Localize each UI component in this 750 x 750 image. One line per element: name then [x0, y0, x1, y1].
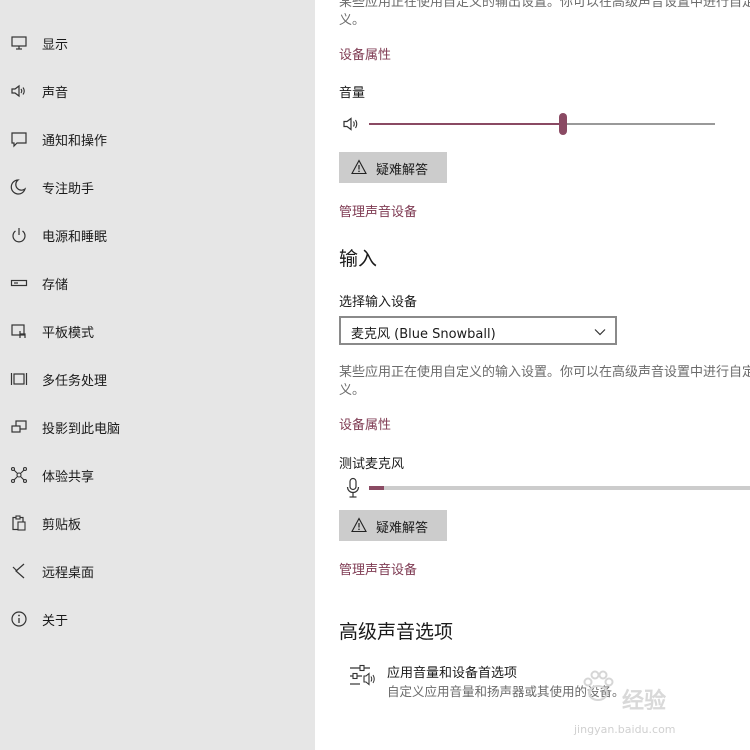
sidebar-item-label: 声音: [42, 85, 69, 101]
sidebar-item-label: 专注助手: [42, 181, 95, 197]
advanced-sound-options-heading: 高级声音选项: [339, 621, 454, 643]
notification-icon: [10, 130, 28, 148]
sidebar-item-label: 多任务处理: [42, 373, 108, 389]
sidebar-item-focus-assist[interactable]: 专注助手: [0, 165, 315, 209]
sidebar-item-tablet-mode[interactable]: 平板模式: [0, 309, 315, 353]
volume-speaker-icon[interactable]: [342, 114, 362, 134]
input-manage-devices-link[interactable]: 管理声音设备: [339, 559, 417, 578]
sidebar-item-label: 剪贴板: [42, 517, 82, 533]
watermark-url: jingyan.baidu.com: [574, 723, 676, 736]
input-device-properties-link[interactable]: 设备属性: [339, 414, 391, 433]
output-manage-devices-link[interactable]: 管理声音设备: [339, 201, 417, 220]
remote-desktop-icon: [10, 562, 28, 580]
sidebar-item-label: 体验共享: [42, 469, 95, 485]
sidebar-item-power-sleep[interactable]: 电源和睡眠: [0, 213, 315, 257]
speaker-icon: [10, 82, 28, 100]
info-icon: [10, 610, 28, 628]
app-volume-title: 应用音量和设备首选项: [387, 666, 518, 681]
sidebar-item-clipboard[interactable]: 剪贴板: [0, 501, 315, 545]
multitasking-icon: [10, 370, 28, 388]
sidebar-item-shared-experiences[interactable]: 体验共享: [0, 453, 315, 497]
tablet-mode-icon: [10, 322, 28, 340]
mic-meter-track: [369, 486, 750, 490]
sidebar-item-sound[interactable]: 声音: [0, 69, 315, 113]
mic-meter-fill: [369, 486, 385, 490]
sidebar-item-label: 通知和操作: [42, 133, 108, 149]
output-device-properties-link[interactable]: 设备属性: [339, 44, 391, 63]
warning-icon: [351, 159, 367, 175]
warning-icon: [351, 517, 367, 533]
sidebar-item-label: 显示: [42, 37, 69, 53]
storage-icon: [10, 274, 28, 292]
test-microphone-label: 测试麦克风: [339, 457, 405, 472]
input-device-select[interactable]: 麦克风 (Blue Snowball): [339, 316, 617, 345]
select-input-device-label: 选择输入设备: [339, 295, 418, 310]
chevron-down-icon: [593, 324, 607, 338]
input-description: 某些应用正在使用自定义的输入设置。你可以在高级声音设置中进行自定义。: [339, 365, 750, 398]
monitor-icon: [10, 34, 28, 52]
app-volume-mixer-icon: [348, 664, 376, 690]
paw-logo-icon: [580, 669, 616, 703]
sidebar-item-notifications[interactable]: 通知和操作: [0, 117, 315, 161]
microphone-icon: [345, 477, 361, 499]
sidebar-item-multitasking[interactable]: 多任务处理: [0, 357, 315, 401]
sidebar-item-about[interactable]: 关于: [0, 597, 315, 641]
projection-icon: [10, 418, 28, 436]
sidebar-item-remote-desktop[interactable]: 远程桌面: [0, 549, 315, 593]
sidebar-item-project-to-pc[interactable]: 投影到此电脑: [0, 405, 315, 449]
output-description: 某些应用正在使用自定义的输出设置。你可以在高级声音设置中进行自定义。: [339, 0, 750, 28]
sidebar-item-label: 关于: [42, 613, 69, 629]
sidebar-item-label: 存储: [42, 277, 69, 293]
sidebar-item-label: 投影到此电脑: [42, 421, 121, 437]
troubleshoot-label: 疑难解答: [376, 163, 429, 178]
sidebar-item-storage[interactable]: 存储: [0, 261, 315, 305]
sidebar-item-label: 电源和睡眠: [42, 229, 108, 245]
sidebar-item-label: 平板模式: [42, 325, 95, 341]
watermark-text: 经验: [622, 689, 667, 714]
moon-icon: [10, 178, 28, 196]
power-icon: [10, 226, 28, 244]
main-content: 某些应用正在使用自定义的输出设置。你可以在高级声音设置中进行自定义。 设备属性 …: [315, 0, 750, 750]
clipboard-icon: [10, 514, 28, 532]
sidebar-item-label: 远程桌面: [42, 565, 95, 581]
input-troubleshoot-button[interactable]: 疑难解答: [339, 510, 447, 541]
sidebar: 显示 声音 通知和操作 专注助手 电源和睡眠 存储 平板模式 多任务处理 投影到…: [0, 0, 315, 750]
troubleshoot-label: 疑难解答: [376, 521, 429, 536]
output-troubleshoot-button[interactable]: 疑难解答: [339, 152, 447, 183]
shared-experiences-icon: [10, 466, 28, 484]
input-device-selected: 麦克风 (Blue Snowball): [351, 327, 496, 342]
volume-slider-thumb[interactable]: [558, 113, 567, 135]
volume-label: 音量: [339, 86, 366, 101]
sidebar-item-display[interactable]: 显示: [0, 21, 315, 65]
input-heading: 输入: [339, 248, 378, 270]
baidu-jingyan-watermark: 经验 jingyan.baidu.com: [560, 665, 750, 750]
volume-slider-fill: [369, 123, 563, 125]
